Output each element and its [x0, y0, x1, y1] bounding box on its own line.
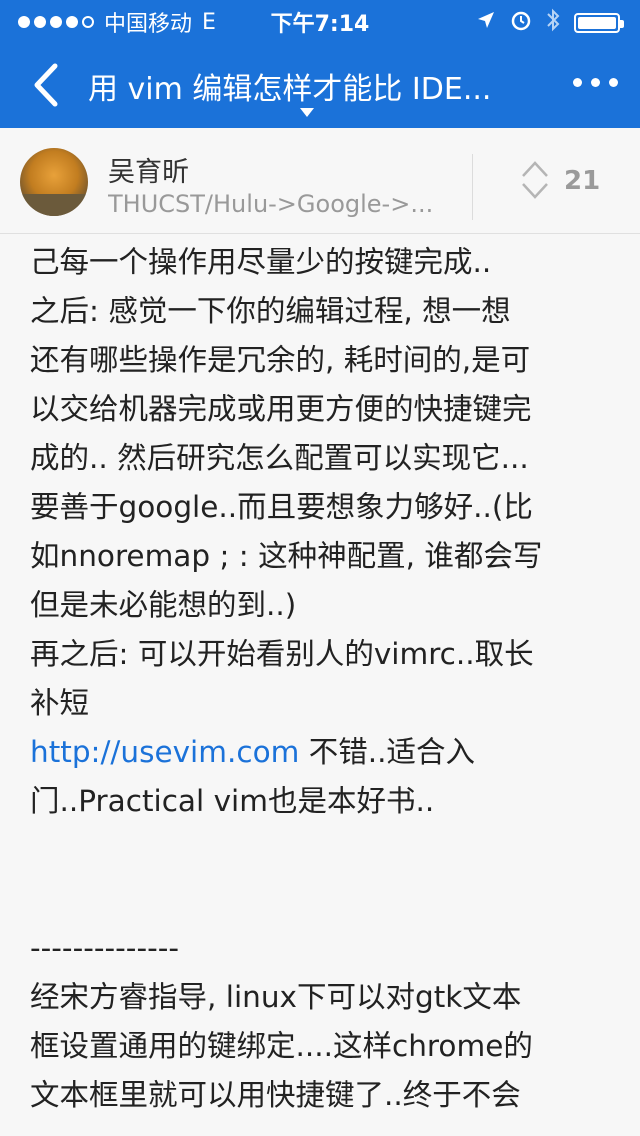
text-line: 经宋方睿指导, linux下可以对gtk文本: [30, 980, 522, 1014]
dropdown-caret-icon[interactable]: [300, 108, 314, 117]
location-icon: [476, 10, 496, 35]
text-line: 门..Practical vim也是本好书..: [30, 784, 435, 818]
text-line: 还有哪些操作是冗余的, 耗时间的,是可: [30, 343, 531, 377]
vote-count: 21: [564, 166, 601, 196]
text-line: 但是未必能想的到..): [30, 588, 297, 622]
author-bio: THUCST/Hulu->Google->...: [108, 190, 434, 218]
usevim-link[interactable]: http://usevim.com: [30, 735, 299, 769]
text-line-with-link: http://usevim.com 不错..适合入: [30, 728, 620, 777]
divider: [472, 154, 473, 220]
author-header: 吴育昕 THUCST/Hulu->Google->... 21: [0, 128, 640, 234]
back-button[interactable]: [26, 60, 66, 110]
text-line: 如nnoremap ; : 这种神配置, 谁都会写: [30, 539, 543, 573]
separator-line: --------------: [30, 931, 180, 965]
text-line: 补短: [30, 686, 90, 720]
text-line: 文本框里就可以用快捷键了..终于不会: [30, 1078, 521, 1112]
answer-content: 己每一个操作用尽量少的按键完成.. 之后: 感觉一下你的编辑过程, 想一想 还有…: [30, 238, 620, 1120]
battery-icon: [574, 12, 624, 33]
top-bar: 中国移动 E 下午7:14 用 vim 编辑怎样才能比 IDE...: [0, 0, 640, 128]
text-line: 成的.. 然后研究怎么配置可以实现它...: [30, 441, 529, 475]
text-line: 以交给机器完成或用更方便的快捷键完: [30, 392, 532, 426]
bluetooth-icon: [546, 8, 560, 37]
avatar[interactable]: [20, 148, 88, 216]
vote-arrows-icon: [522, 161, 548, 199]
text-line: 之后: 感觉一下你的编辑过程, 想一想: [30, 294, 511, 328]
status-bar: 中国移动 E 下午7:14: [0, 0, 640, 40]
text-line: 要善于google..而且要想象力够好..(比: [30, 490, 533, 524]
text-line: 再之后: 可以开始看别人的vimrc..取长: [30, 637, 534, 671]
chevron-left-icon: [34, 63, 58, 107]
author-name[interactable]: 吴育昕: [108, 150, 189, 189]
text-line: 己每一个操作用尽量少的按键完成..: [30, 245, 492, 279]
text-segment: 不错..适合入: [299, 735, 476, 769]
vote-button[interactable]: [520, 158, 550, 202]
page-title[interactable]: 用 vim 编辑怎样才能比 IDE...: [88, 64, 548, 108]
nav-bar: 用 vim 编辑怎样才能比 IDE...: [0, 40, 640, 128]
text-line: 框设置通用的键绑定....这样chrome的: [30, 1029, 533, 1063]
alarm-icon: [510, 9, 532, 36]
more-button[interactable]: [573, 78, 618, 87]
